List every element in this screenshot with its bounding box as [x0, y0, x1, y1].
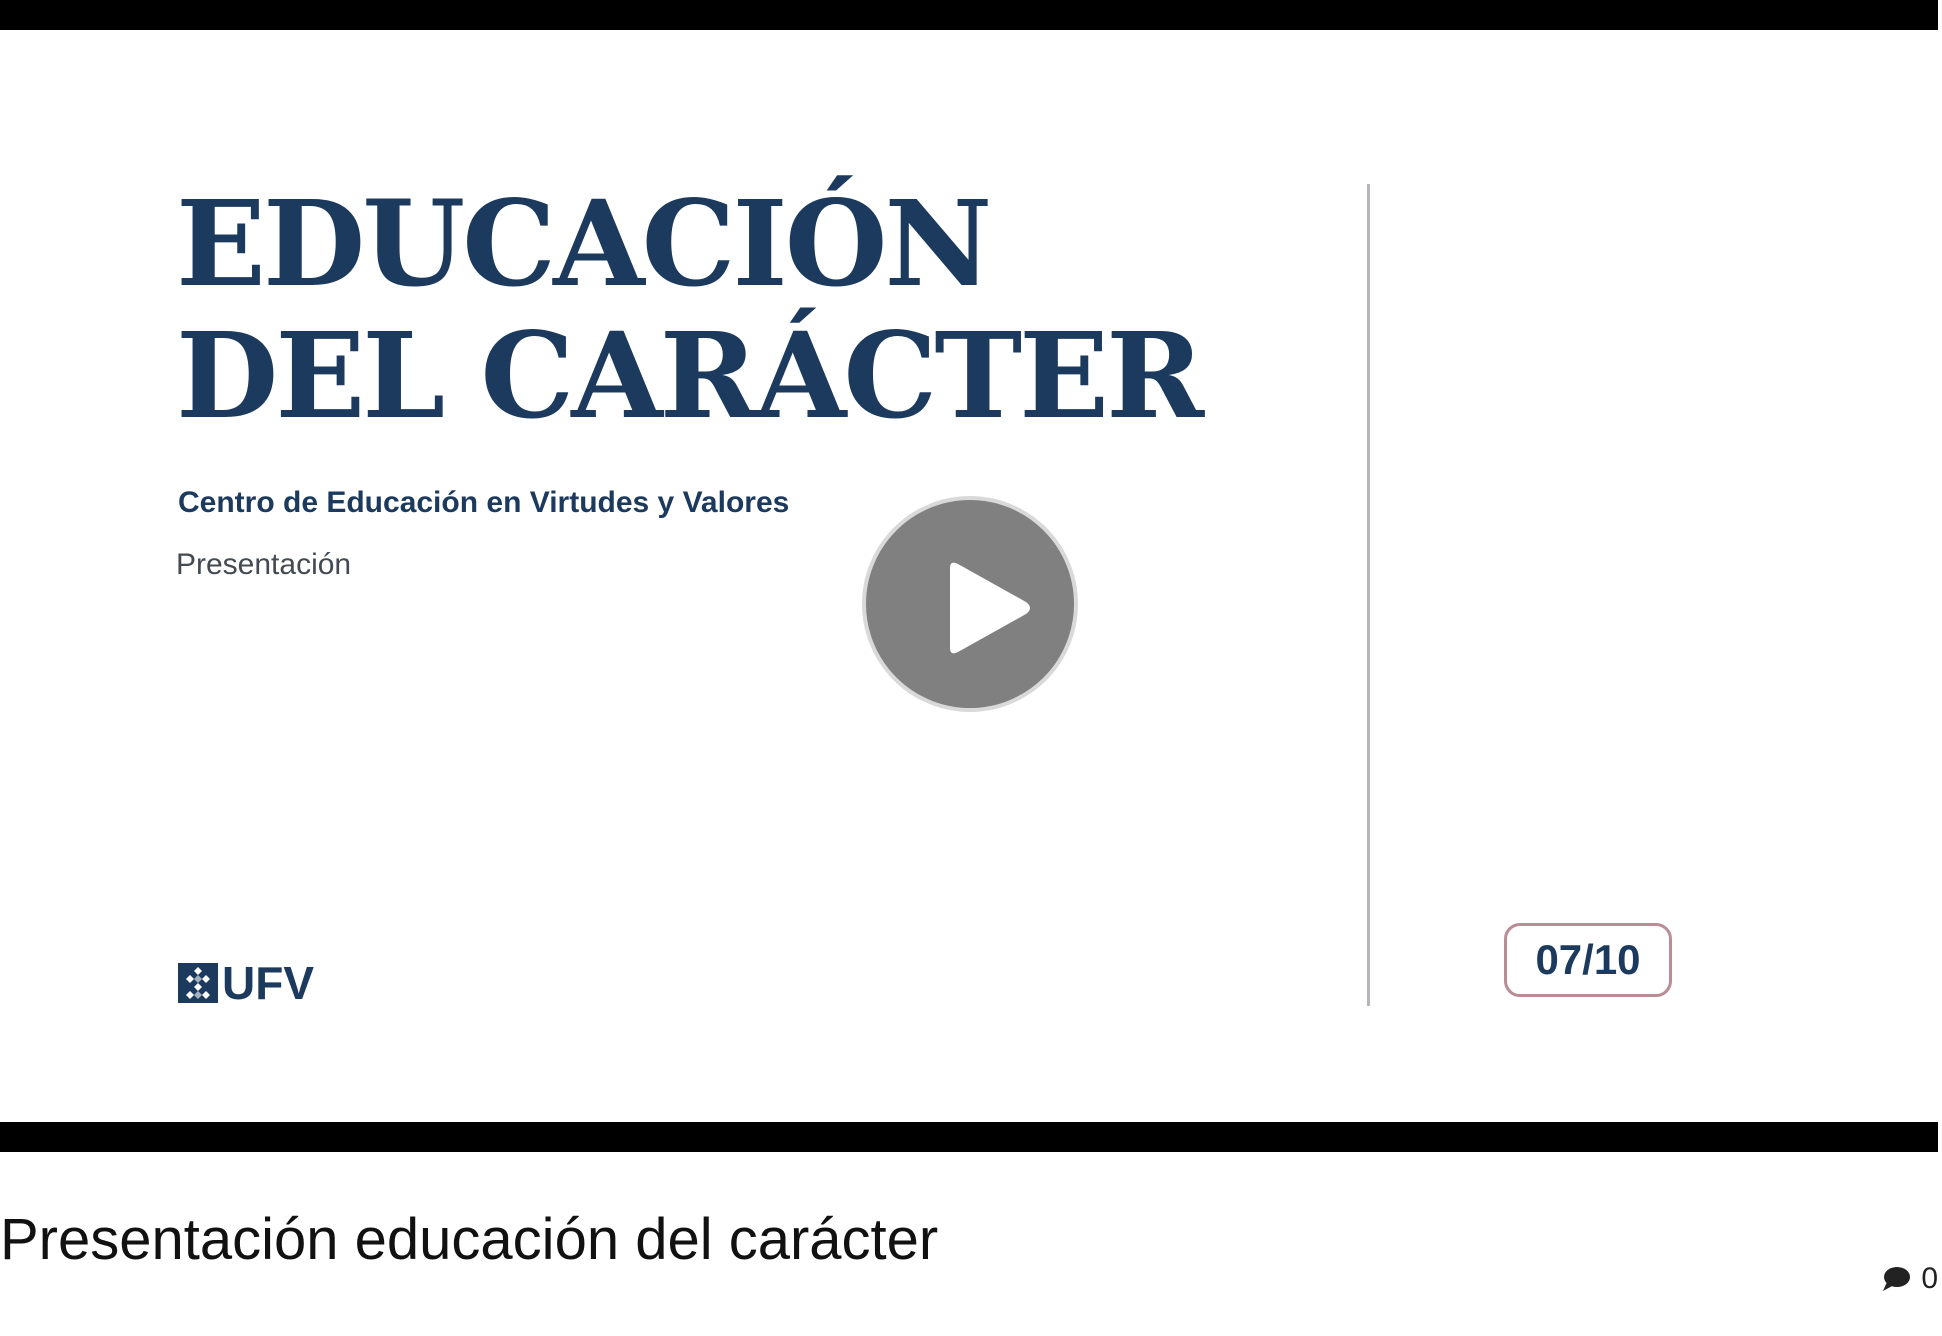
- ufv-logo: UFV: [178, 960, 314, 1006]
- page: EDUCACIÓN DEL CARÁCTER Centro de Educaci…: [0, 0, 1942, 1336]
- slide-title-line-2: DEL CARÁCTER: [176, 306, 1204, 445]
- video-player[interactable]: EDUCACIÓN DEL CARÁCTER Centro de Educaci…: [0, 0, 1938, 1152]
- slide-title-line-1: EDUCACIÓN: [176, 174, 992, 313]
- comment-icon: [1883, 1267, 1911, 1291]
- slide-subtitle: Centro de Educación en Virtudes y Valore…: [178, 486, 790, 519]
- ufv-logo-text: UFV: [222, 957, 314, 1009]
- ufv-logo-mark-icon: [178, 963, 218, 1003]
- comments-link[interactable]: 0: [1881, 1262, 1938, 1296]
- play-button[interactable]: [862, 496, 1078, 712]
- slide-caption: Presentación: [176, 548, 352, 581]
- comment-count: 0: [1921, 1262, 1938, 1295]
- slide-title: EDUCACIÓN DEL CARÁCTER: [176, 174, 1204, 445]
- slide-counter: 07/10: [1504, 923, 1672, 997]
- slide-divider: [1367, 184, 1370, 1006]
- video-frame[interactable]: EDUCACIÓN DEL CARÁCTER Centro de Educaci…: [0, 30, 1938, 1122]
- video-title: Presentación educación del carácter: [0, 1207, 939, 1272]
- play-icon: [950, 562, 1030, 654]
